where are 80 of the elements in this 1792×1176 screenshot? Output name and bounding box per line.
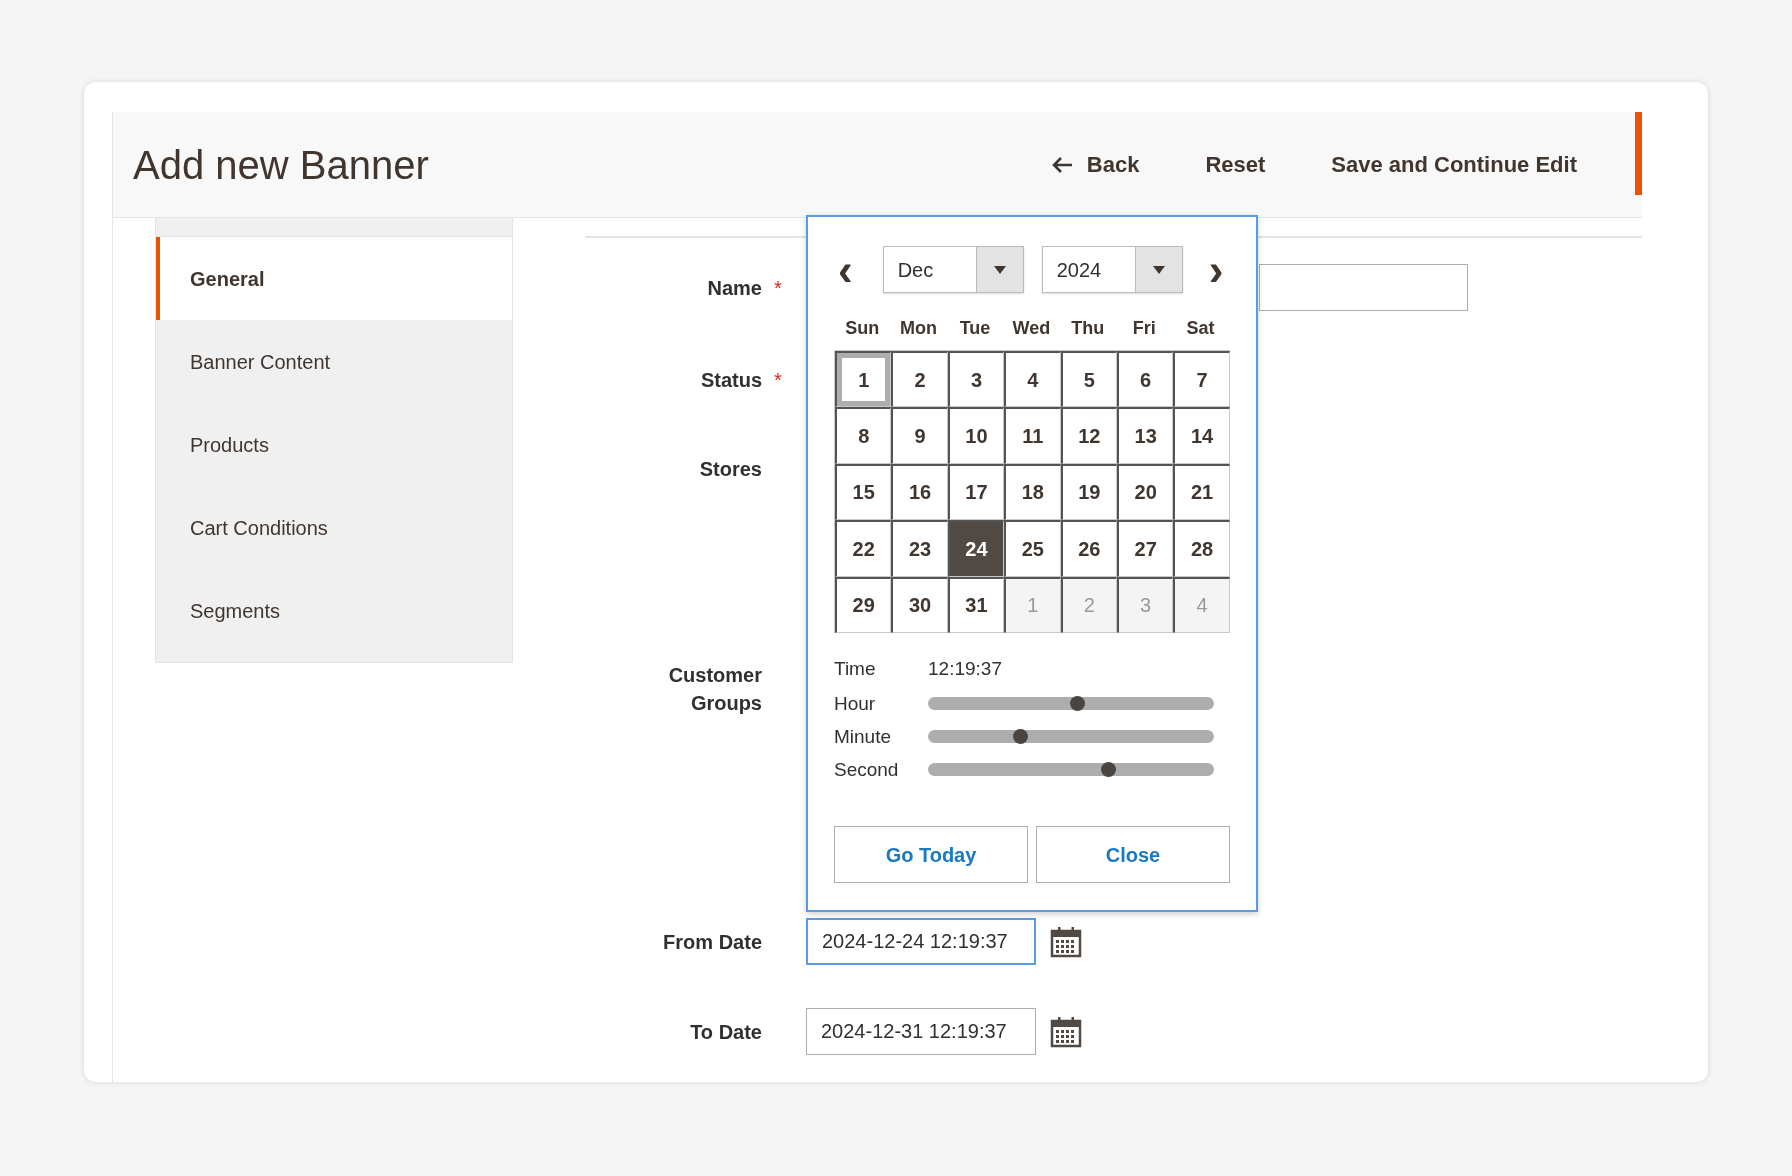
field-label: Status (699, 367, 762, 393)
day-cell[interactable]: 29 (835, 576, 892, 633)
go-today-button[interactable]: Go Today (834, 826, 1028, 884)
weekday-label: Sun (844, 317, 881, 340)
sidebar-tab[interactable]: General (156, 237, 512, 320)
caret-icon (1152, 265, 1165, 274)
day-cell[interactable]: 7 (1173, 351, 1230, 408)
arrow-left-icon (1050, 155, 1073, 174)
year-select[interactable]: 2024 (1041, 246, 1183, 293)
weekday-label: Thu (1070, 317, 1106, 340)
field-label: Customer Groups (667, 663, 762, 716)
day-cell[interactable]: 18 (1004, 463, 1061, 521)
slider-label: Hour (834, 691, 877, 716)
day-cell[interactable]: 26 (1060, 520, 1117, 577)
field-label: From Date (662, 929, 762, 955)
slider-thumb[interactable] (1012, 729, 1028, 745)
day-cell[interactable]: 31 (947, 576, 1005, 633)
field-label: Name (706, 275, 762, 301)
day-cell[interactable]: 1 (835, 351, 892, 408)
back-button[interactable]: Back (1042, 142, 1148, 187)
day-cell[interactable]: 24 (947, 520, 1005, 577)
day-cell[interactable]: 20 (1116, 463, 1174, 521)
day-cell[interactable]: 3 (947, 351, 1005, 408)
sidebar-tab[interactable]: Banner Content (156, 320, 512, 403)
slider-track[interactable] (928, 730, 1214, 744)
day-cell[interactable]: 25 (1004, 520, 1061, 577)
toolbar-button[interactable]: Save and Continue Edit (1323, 142, 1585, 187)
text-field[interactable] (1259, 264, 1468, 311)
day-cell[interactable]: 6 (1116, 351, 1174, 408)
day-cell[interactable]: 28 (1173, 520, 1230, 577)
date-field[interactable]: 2024-12-24 12:19:37 (806, 918, 1036, 965)
month-select[interactable]: Dec (882, 246, 1024, 293)
required-mark: * (774, 276, 782, 299)
slider-thumb[interactable] (1101, 762, 1117, 778)
day-cell[interactable]: 23 (891, 520, 948, 577)
field-label: To Date (689, 1019, 762, 1045)
previous-month-button[interactable]: ‹ (834, 249, 857, 290)
day-cell[interactable]: 21 (1173, 463, 1230, 521)
field-label: Stores (698, 456, 762, 482)
day-cell[interactable]: 27 (1116, 520, 1174, 577)
calendar-icon[interactable] (1050, 925, 1082, 958)
caret-icon (993, 265, 1006, 274)
day-cell[interactable]: 19 (1060, 463, 1117, 521)
time-label: Time (834, 656, 877, 681)
day-cell[interactable]: 17 (947, 463, 1005, 521)
time-value: 12:19:37 (928, 656, 1002, 681)
sidebar-tab[interactable]: Products (156, 403, 512, 486)
day-cell[interactable]: 22 (835, 520, 892, 577)
day-cell[interactable]: 4 (1004, 351, 1061, 408)
calendar-icon[interactable] (1050, 1015, 1082, 1048)
day-cell[interactable]: 5 (1060, 351, 1117, 408)
day-cell[interactable]: 10 (947, 407, 1005, 464)
weekday-label: Tue (958, 317, 992, 340)
slider-label: Second (834, 757, 900, 782)
next-month-button[interactable]: › (1204, 249, 1228, 290)
date-field[interactable]: 2024-12-31 12:19:37 (806, 1008, 1036, 1055)
sidebar-tab[interactable]: Cart Conditions (156, 486, 512, 569)
slider-label: Minute (834, 724, 893, 749)
weekday-label: Sat (1185, 317, 1216, 340)
day-cell[interactable]: 16 (891, 463, 948, 521)
day-cell[interactable]: 9 (891, 407, 948, 464)
close-button[interactable]: Close (1036, 826, 1230, 884)
weekday-label: Fri (1131, 317, 1157, 340)
slider-track[interactable] (928, 697, 1214, 711)
page-title: Add new Banner (133, 141, 429, 189)
day-cell[interactable]: 12 (1060, 407, 1117, 464)
weekday-label: Wed (1011, 317, 1052, 340)
weekday-label: Mon (899, 317, 939, 340)
day-cell[interactable]: 30 (891, 576, 948, 633)
slider-track[interactable] (928, 763, 1214, 777)
day-cell[interactable]: 11 (1004, 407, 1061, 464)
day-cell[interactable]: 14 (1173, 407, 1230, 464)
toolbar-button[interactable]: Reset (1197, 142, 1274, 187)
slider-thumb[interactable] (1069, 696, 1085, 712)
required-mark: * (774, 368, 782, 391)
day-cell[interactable]: 13 (1116, 407, 1174, 464)
sidebar-tab[interactable]: Segments (156, 569, 512, 652)
day-cell[interactable]: 15 (835, 463, 892, 521)
day-cell[interactable]: 2 (891, 351, 948, 408)
day-cell[interactable]: 8 (835, 407, 892, 464)
